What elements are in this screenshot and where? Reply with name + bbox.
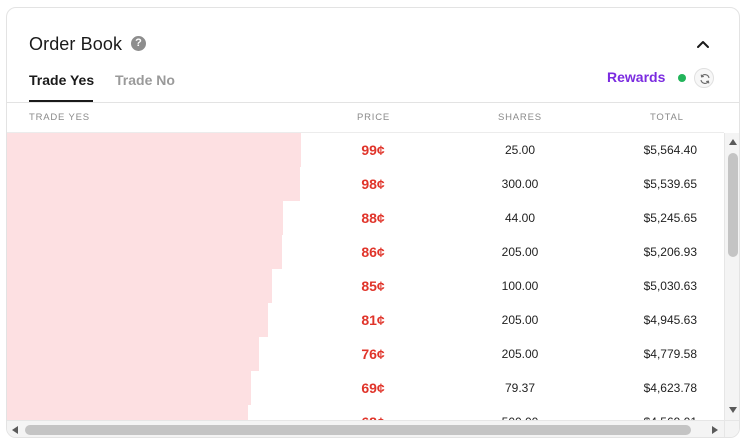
order-price: 76¢ [361,346,385,362]
horizontal-scrollbar[interactable] [7,420,724,437]
order-total: $4,623.78 [643,381,697,395]
order-total: $4,945.63 [643,313,697,327]
order-shares: 25.00 [504,143,536,157]
panel-title: Order Book [29,34,123,54]
scrollbar-corner [724,420,739,437]
order-shares: 100.00 [501,279,539,293]
order-list: 99¢ 25.00 $5,564.40 98¢ 300.00 $5,539.65 88¢ 44… [7,133,724,420]
order-price: 69¢ [361,380,385,396]
order-book-panel: Order Book ? Trade Yes Trade No Rewards … [6,7,740,438]
order-row[interactable]: 69¢ 79.37 $4,623.78 [7,371,724,405]
rewards-status-dot [678,74,686,82]
depth-bar [7,405,248,420]
depth-bar [7,269,272,303]
rewards-link[interactable]: Rewards [607,69,665,85]
order-total: $5,030.63 [643,279,697,293]
scroll-left-arrow-icon[interactable] [12,426,18,434]
order-price: 98¢ [361,176,385,192]
depth-bar [7,167,300,201]
vertical-scroll-thumb[interactable] [728,153,738,257]
vertical-scrollbar[interactable] [724,133,739,420]
order-price: 99¢ [361,142,385,158]
scroll-down-arrow-icon[interactable] [729,407,737,413]
order-row[interactable]: 99¢ 25.00 $5,564.40 [7,133,724,167]
order-total: $5,564.40 [643,143,697,157]
order-total: $5,245.65 [643,211,697,225]
depth-bar [7,371,251,405]
column-header-price: PRICE [357,112,391,123]
order-shares: 205.00 [501,347,539,361]
order-row[interactable]: 76¢ 205.00 $4,779.58 [7,337,724,371]
column-header-shares: SHARES [498,112,542,123]
order-row[interactable]: 81¢ 205.00 $4,945.63 [7,303,724,337]
column-header-trade-yes: TRADE YES [29,112,90,123]
tab-trade-no[interactable]: Trade No [115,72,175,88]
order-row[interactable]: 88¢ 44.00 $5,245.65 [7,201,724,235]
horizontal-scroll-thumb[interactable] [25,425,691,435]
help-icon[interactable]: ? [131,36,146,51]
depth-bar [7,235,282,269]
depth-bar [7,133,301,167]
order-total: $5,206.93 [643,245,697,259]
order-row[interactable]: 68¢500.00$4,569.01 [7,405,724,420]
order-price: 88¢ [361,210,385,226]
scroll-up-arrow-icon[interactable] [729,139,737,145]
order-row[interactable]: 86¢ 205.00 $5,206.93 [7,235,724,269]
order-shares: 205.00 [501,245,539,259]
order-shares: 79.37 [504,381,536,395]
depth-bar [7,337,259,371]
order-shares: 44.00 [504,211,536,225]
chevron-up-icon[interactable] [695,37,711,51]
order-shares: 205.00 [501,313,539,327]
refresh-icon[interactable] [694,68,714,88]
order-row[interactable]: 98¢ 300.00 $5,539.65 [7,167,724,201]
order-total: $5,539.65 [643,177,697,191]
order-price: 81¢ [361,312,385,328]
order-price: 85¢ [361,278,385,294]
header-divider [7,102,739,103]
column-header-total: TOTAL [650,112,684,123]
depth-bar [7,201,283,235]
depth-bar [7,303,268,337]
tab-trade-yes[interactable]: Trade Yes [29,72,94,88]
order-price: 86¢ [361,244,385,260]
order-total: $4,779.58 [643,347,697,361]
order-shares: 300.00 [501,177,539,191]
scroll-right-arrow-icon[interactable] [712,426,718,434]
order-row[interactable]: 85¢ 100.00 $5,030.63 [7,269,724,303]
